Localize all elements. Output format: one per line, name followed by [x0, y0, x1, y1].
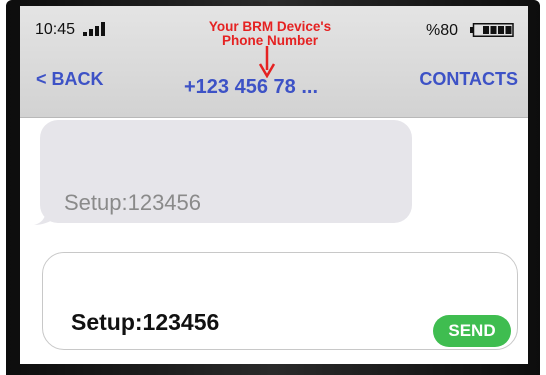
send-button[interactable]: SEND	[433, 315, 511, 347]
recipient-phone-number[interactable]: +123 456 78 ...	[184, 76, 318, 99]
message-text: Setup:123456	[64, 190, 202, 215]
message-input[interactable]: Setup:123456	[71, 309, 219, 336]
back-button[interactable]: < BACK	[36, 69, 104, 90]
header-bar: 10:45 Your BRM Device's Phone Number %80…	[20, 6, 528, 118]
contacts-button[interactable]: CONTACTS	[419, 69, 518, 90]
message-composer[interactable]: Setup:123456 SEND	[42, 252, 518, 350]
status-time: 10:45	[35, 21, 76, 38]
phone-screen: 10:45 Your BRM Device's Phone Number %80…	[20, 6, 528, 364]
phone-number-annotation: Your BRM Device's Phone Number	[170, 20, 370, 48]
signal-bars-icon	[83, 22, 105, 36]
message-bubble: Setup:123456	[34, 120, 414, 230]
battery-percent: %80	[425, 22, 458, 39]
down-arrow-icon	[258, 46, 276, 78]
annotation-line-1: Your BRM Device's	[208, 19, 332, 34]
battery-icon	[470, 23, 514, 37]
